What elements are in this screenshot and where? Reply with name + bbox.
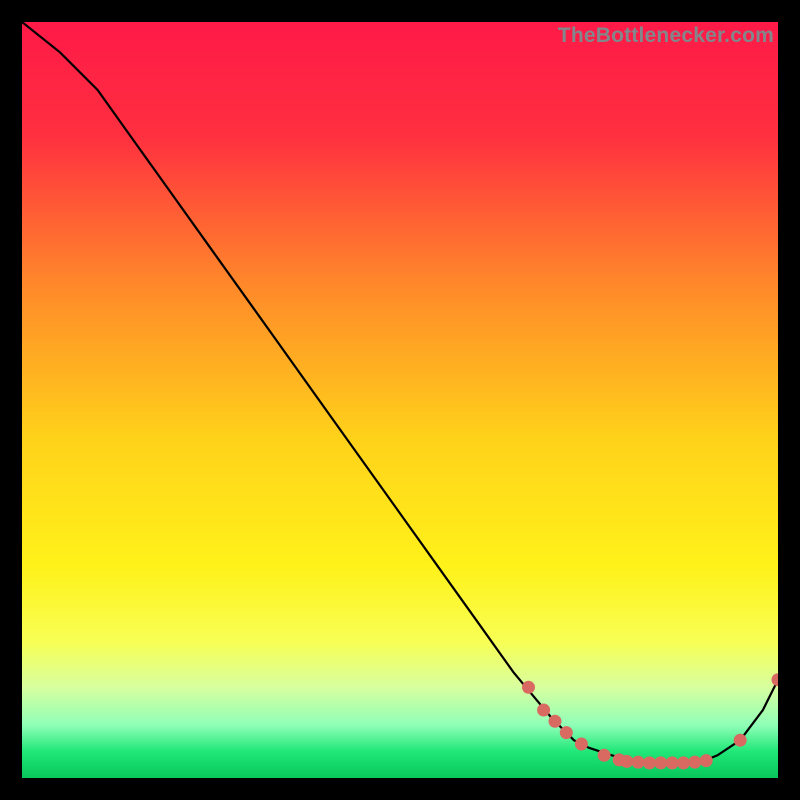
background-gradient (22, 22, 778, 778)
chart-frame: TheBottlenecker.com (22, 22, 778, 778)
watermark-text: TheBottlenecker.com (558, 24, 774, 48)
